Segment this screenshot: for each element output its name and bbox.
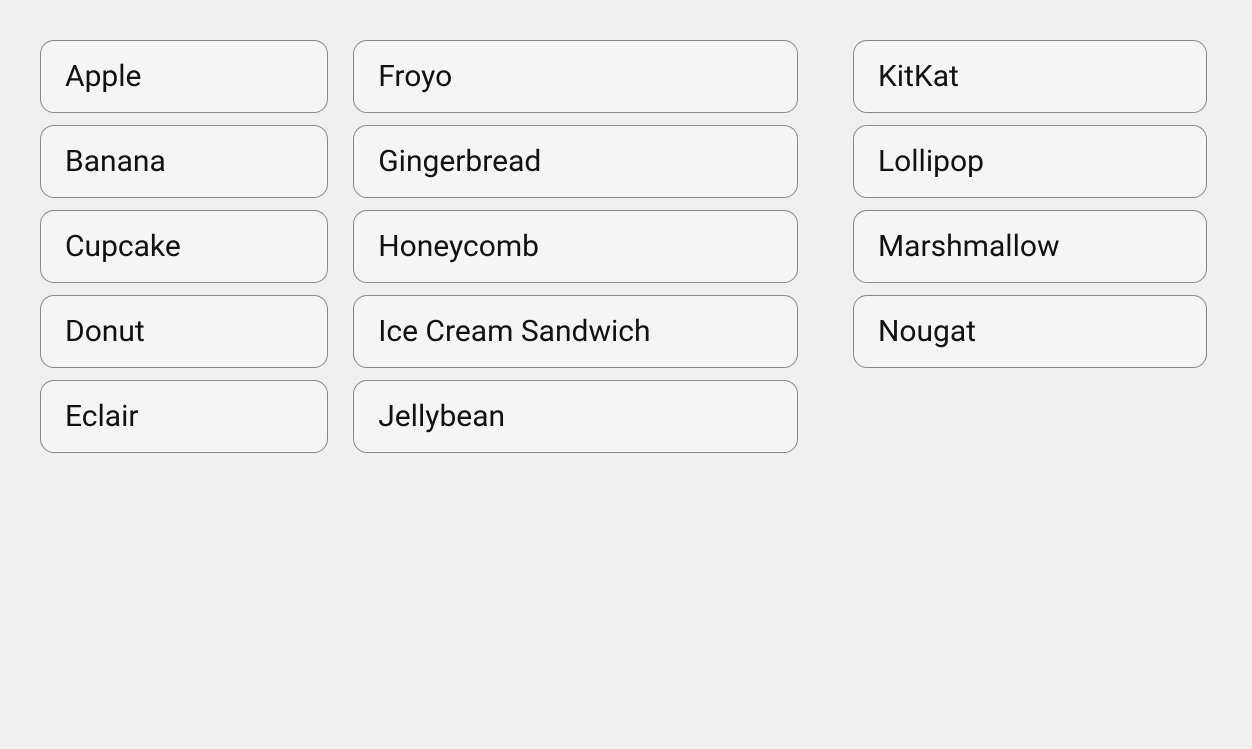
column-col3: KitKat Lollipop Marshmallow Nougat [813, 30, 1222, 463]
chip-apple[interactable]: Apple [40, 40, 328, 113]
chip-lollipop[interactable]: Lollipop [853, 125, 1207, 198]
chip-donut[interactable]: Donut [40, 295, 328, 368]
chip-eclair[interactable]: Eclair [40, 380, 328, 453]
chip-nougat[interactable]: Nougat [853, 295, 1207, 368]
chip-jellybean[interactable]: Jellybean [353, 380, 798, 453]
chip-banana[interactable]: Banana [40, 125, 328, 198]
chip-cupcake[interactable]: Cupcake [40, 210, 328, 283]
chip-ice-cream-sandwich[interactable]: Ice Cream Sandwich [353, 295, 798, 368]
chip-marshmallow[interactable]: Marshmallow [853, 210, 1207, 283]
chip-gingerbread[interactable]: Gingerbread [353, 125, 798, 198]
chip-froyo[interactable]: Froyo [353, 40, 798, 113]
chip-honeycomb[interactable]: Honeycomb [353, 210, 798, 283]
chip-kitkat[interactable]: KitKat [853, 40, 1207, 113]
main-grid: Apple Banana Cupcake Donut Eclair Froyo Ginger… [0, 0, 1252, 493]
column-col1: Apple Banana Cupcake Donut Eclair [30, 30, 343, 463]
column-col2: Froyo Gingerbread Honeycomb Ice Cream Sandw… [343, 30, 813, 463]
